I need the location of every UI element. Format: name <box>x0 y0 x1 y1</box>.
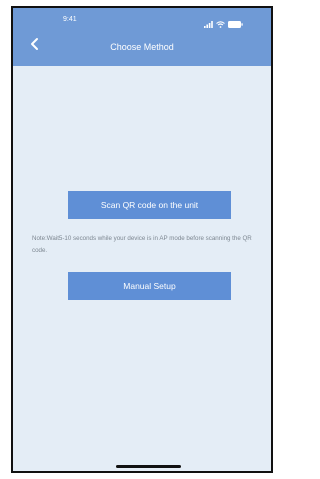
status-icons <box>204 15 243 33</box>
ap-mode-note: Note:Wait5-10 seconds while your device … <box>32 235 252 254</box>
signal-icon <box>204 15 213 33</box>
page-title: Choose Method <box>110 42 174 52</box>
manual-setup-button[interactable]: Manual Setup <box>68 272 231 300</box>
app-header: 9:41 Choose Method <box>13 8 271 66</box>
home-indicator[interactable] <box>116 465 181 468</box>
wifi-icon <box>216 15 225 33</box>
battery-icon <box>228 15 243 33</box>
phone-screen: 9:41 Choose Method Scan QR code on the u… <box>11 6 273 473</box>
scan-qr-button[interactable]: Scan QR code on the unit <box>68 191 231 219</box>
status-time: 9:41 <box>63 16 77 23</box>
